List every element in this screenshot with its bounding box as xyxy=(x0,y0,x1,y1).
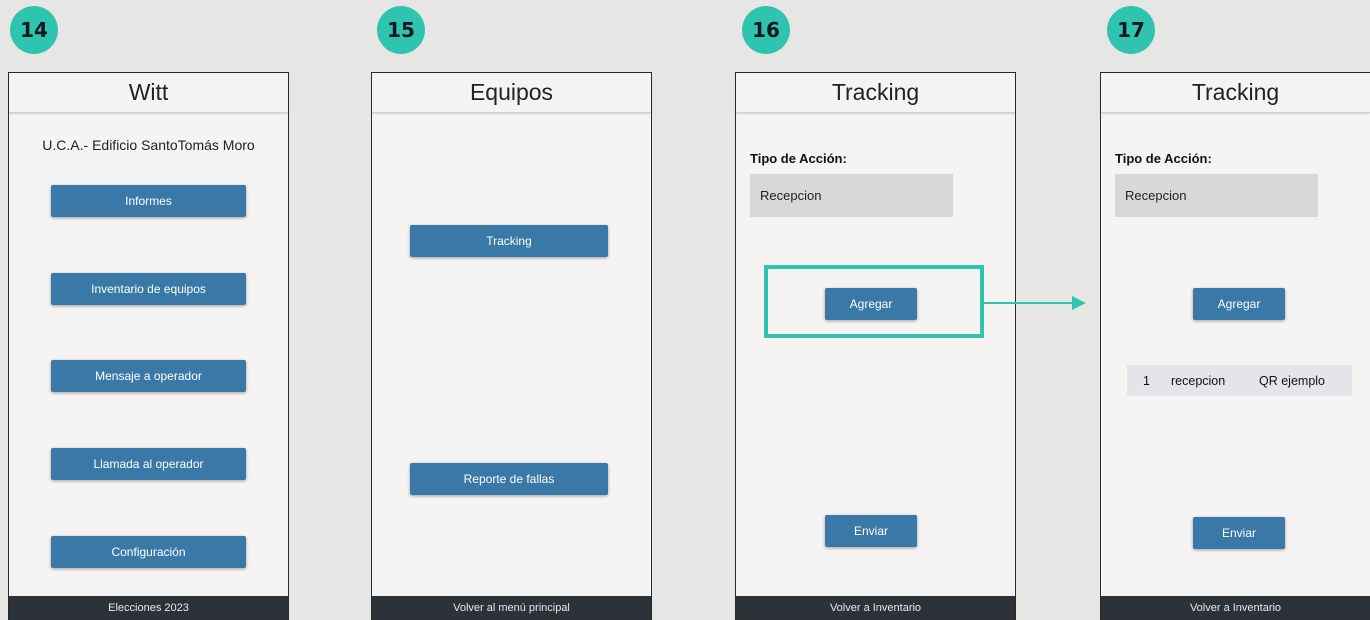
screen-title: Equipos xyxy=(372,73,651,113)
screen-tracking-empty: Tracking Tipo de Acción: Recepcion Agreg… xyxy=(735,72,1016,620)
reports-button[interactable]: Informes xyxy=(51,185,246,217)
row-index: 1 xyxy=(1143,373,1150,388)
arrow-right-icon xyxy=(1072,296,1086,310)
arrow-line xyxy=(984,302,1074,304)
screen-title: Tracking xyxy=(736,73,1015,113)
send-button[interactable]: Enviar xyxy=(1193,517,1285,549)
row-action: recepcion xyxy=(1171,373,1226,388)
action-type-label: Tipo de Acción: xyxy=(750,151,847,166)
screen-equipos: Equipos Tracking Reporte de fallas Volve… xyxy=(371,72,652,620)
screen-tracking-added: Tracking Tipo de Acción: Recepcion Agreg… xyxy=(1100,72,1370,620)
fault-report-button[interactable]: Reporte de fallas xyxy=(410,463,608,495)
tracking-button[interactable]: Tracking xyxy=(410,225,608,257)
back-inventory-link[interactable]: Volver a Inventario xyxy=(736,596,1015,620)
screen-title: Tracking xyxy=(1101,73,1370,113)
send-button[interactable]: Enviar xyxy=(825,515,917,547)
call-operator-button[interactable]: Llamada al operador xyxy=(51,448,246,480)
back-inventory-link[interactable]: Volver a Inventario xyxy=(1101,596,1370,620)
add-button[interactable]: Agregar xyxy=(1193,288,1285,320)
step-badge-15: 15 xyxy=(377,6,425,54)
settings-button[interactable]: Configuración xyxy=(51,536,246,568)
location-subtitle: U.C.A.- Edificio SantoTomás Moro xyxy=(42,137,255,153)
screen-home: Witt U.C.A.- Edificio SantoTomás Moro In… xyxy=(8,72,289,620)
action-type-select[interactable]: Recepcion xyxy=(1115,174,1318,217)
row-code: QR ejemplo xyxy=(1259,373,1325,388)
app-title: Witt xyxy=(9,73,288,113)
back-main-menu-link[interactable]: Volver al menú principal xyxy=(372,596,651,620)
tracking-list-item[interactable]: 1 recepcion QR ejemplo xyxy=(1127,365,1352,396)
footer-label: Elecciones 2023 xyxy=(9,596,288,620)
action-type-label: Tipo de Acción: xyxy=(1115,151,1212,166)
message-operator-button[interactable]: Mensaje a operador xyxy=(51,360,246,392)
action-type-select[interactable]: Recepcion xyxy=(750,174,953,217)
step-badge-17: 17 xyxy=(1107,6,1155,54)
step-badge-14: 14 xyxy=(10,6,58,54)
inventory-button[interactable]: Inventario de equipos xyxy=(51,273,246,305)
highlight-box xyxy=(764,265,984,338)
step-badge-16: 16 xyxy=(742,6,790,54)
